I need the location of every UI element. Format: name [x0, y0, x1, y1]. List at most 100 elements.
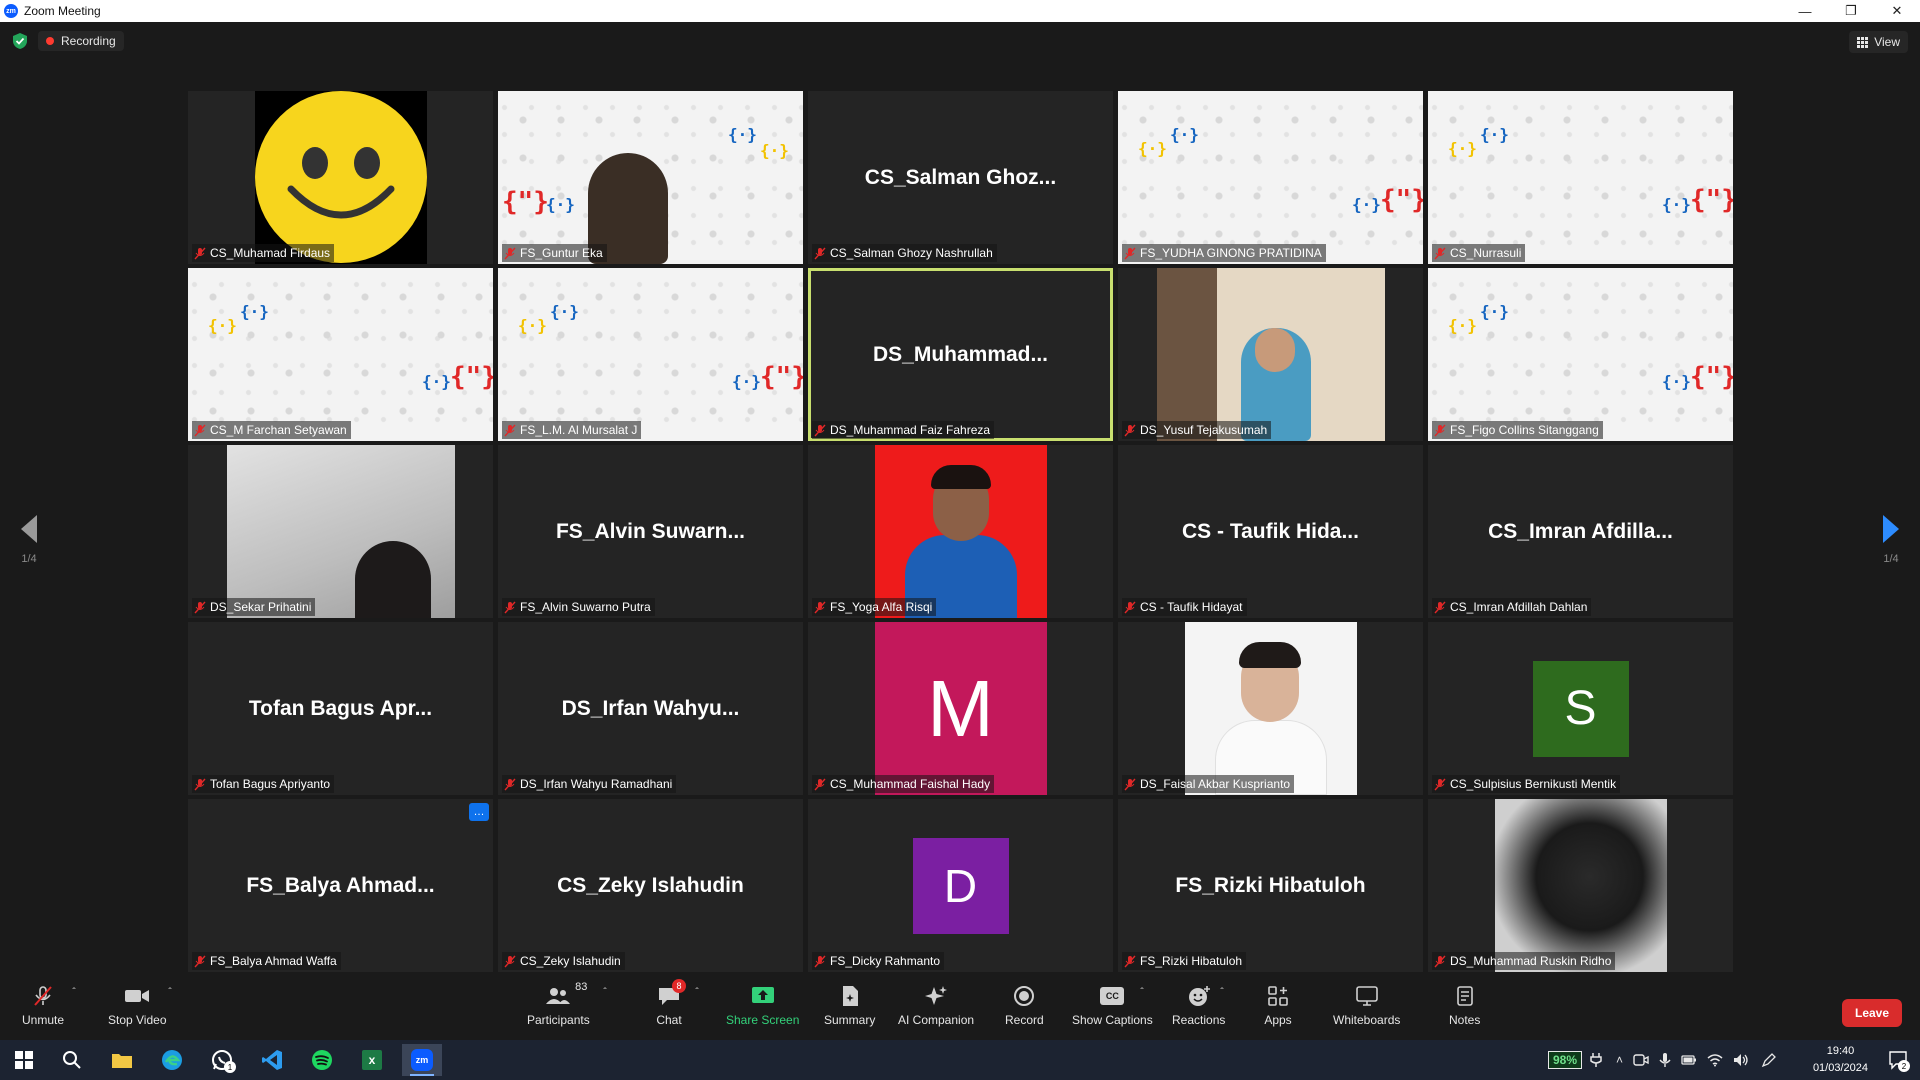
- participant-tile[interactable]: M CS_Muhammad Faishal Hady: [808, 622, 1113, 795]
- participant-tile[interactable]: DS_Yusuf Tejakusumah: [1118, 268, 1423, 441]
- notes-button[interactable]: Notes: [1449, 985, 1480, 1027]
- muted-mic-icon: [194, 247, 206, 259]
- participant-avatar: S: [1532, 660, 1629, 757]
- muted-mic-icon: [1434, 601, 1446, 613]
- zoom-taskbar-button[interactable]: zm: [402, 1044, 442, 1076]
- participant-tile[interactable]: S CS_Sulpisius Bernikusti Mentik: [1428, 622, 1733, 795]
- participant-name-label: DS_Faisal Akbar Kusprianto: [1122, 775, 1295, 793]
- video-camera-icon: [122, 985, 152, 1007]
- chevron-up-icon[interactable]: ˄: [1616, 1053, 1623, 1067]
- notification-center-button[interactable]: 2: [1888, 1050, 1910, 1072]
- pen-icon[interactable]: [1761, 1052, 1777, 1068]
- participant-tile[interactable]: CS_Zeky Islahudin CS_Zeky Islahudin: [498, 799, 803, 972]
- clock-date: 01/03/2024: [1812, 1062, 1868, 1074]
- participant-tile[interactable]: D FS_Dicky Rahmanto: [808, 799, 1113, 972]
- muted-mic-icon: [194, 955, 206, 967]
- muted-mic-icon: [504, 955, 516, 967]
- minimize-button[interactable]: —: [1782, 0, 1828, 22]
- participant-name-label: CS_Salman Ghozy Nashrullah: [812, 244, 997, 262]
- participant-tile[interactable]: Tofan Bagus Apr... Tofan Bagus Apriyanto: [188, 622, 493, 795]
- participant-tile[interactable]: CS_Imran Afdilla... CS_Imran Afdillah Da…: [1428, 445, 1733, 618]
- participant-tile[interactable]: DS_Faisal Akbar Kusprianto: [1118, 622, 1423, 795]
- participant-tile[interactable]: {·} {·} {·} {"} CS_Nurrasuli: [1428, 91, 1733, 264]
- recording-label: Recording: [61, 34, 116, 48]
- participant-name-label: FS_L.M. Al Mursalat J: [502, 421, 642, 439]
- muted-mic-icon: [1434, 424, 1446, 436]
- grid-view-icon: [1857, 36, 1869, 48]
- chat-button[interactable]: 8 Chat: [654, 979, 686, 1027]
- participant-tile[interactable]: FS_Alvin Suwarn... FS_Alvin Suwarno Putr…: [498, 445, 803, 618]
- view-button[interactable]: View: [1849, 31, 1908, 53]
- meeting-topbar: Recording View: [0, 22, 1920, 62]
- vscode-button[interactable]: [252, 1044, 292, 1076]
- security-shield-icon[interactable]: [12, 32, 28, 50]
- wifi-icon[interactable]: [1707, 1053, 1723, 1067]
- recording-indicator[interactable]: Recording: [38, 31, 124, 51]
- summary-doc-icon: [835, 985, 865, 1007]
- apps-button[interactable]: Apps: [1263, 985, 1293, 1027]
- participant-tile[interactable]: {"} {·} {·} {·} FS_Guntur Eka: [498, 91, 803, 264]
- start-button[interactable]: [4, 1044, 44, 1076]
- participant-tile[interactable]: … FS_Balya Ahmad... FS_Balya Ahmad Waffa: [188, 799, 493, 972]
- record-button[interactable]: Record: [1005, 985, 1044, 1027]
- participant-display-name: CS_Salman Ghoz...: [864, 165, 1057, 189]
- search-icon: [63, 1051, 81, 1069]
- share-screen-button[interactable]: Share Screen: [726, 985, 799, 1027]
- participants-button[interactable]: 83 Participants: [527, 981, 590, 1027]
- whatsapp-button[interactable]: 1: [202, 1044, 242, 1076]
- participant-tile[interactable]: {·} {·} {·} {"} FS_YUDHA GINONG PRATIDIN…: [1118, 91, 1423, 264]
- battery-percentage[interactable]: 98%: [1548, 1051, 1583, 1069]
- previous-page-button[interactable]: 1/4: [14, 515, 44, 565]
- taskbar-clock[interactable]: 19:40 01/03/2024: [1813, 1043, 1868, 1077]
- leave-button[interactable]: Leave: [1842, 999, 1902, 1027]
- participant-display-name: CS - Taufik Hida...: [1182, 519, 1359, 543]
- ai-companion-button[interactable]: AI Companion: [898, 985, 974, 1027]
- muted-mic-icon: [504, 247, 516, 259]
- excel-icon: x: [362, 1050, 382, 1070]
- whiteboard-icon: [1352, 985, 1382, 1007]
- participant-tile[interactable]: CS_Muhamad Firdaus: [188, 91, 493, 264]
- whiteboards-button[interactable]: Whiteboards: [1333, 985, 1400, 1027]
- search-button[interactable]: [52, 1044, 92, 1076]
- participant-tile[interactable]: FS_Yoga Alfa Risqi: [808, 445, 1113, 618]
- microphone-in-use-icon[interactable]: [1659, 1052, 1671, 1068]
- muted-mic-icon: [504, 424, 516, 436]
- participant-display-name: FS_Balya Ahmad...: [246, 873, 435, 897]
- reactions-button[interactable]: Reactions: [1172, 985, 1225, 1027]
- restore-button[interactable]: ❐: [1828, 0, 1874, 22]
- summary-button[interactable]: Summary: [824, 985, 875, 1027]
- participant-name-label: CS_Imran Afdillah Dahlan: [1432, 598, 1592, 616]
- battery-icon[interactable]: [1681, 1054, 1697, 1066]
- clock-time: 19:40: [1826, 1045, 1855, 1057]
- muted-mic-icon: [1434, 778, 1446, 790]
- participant-display-name: CS_Imran Afdilla...: [1488, 519, 1673, 543]
- close-button[interactable]: ✕: [1874, 0, 1920, 22]
- next-page-button[interactable]: 1/4: [1876, 515, 1906, 565]
- participant-tile[interactable]: CS_Salman Ghoz... CS_Salman Ghozy Nashru…: [808, 91, 1113, 264]
- whatsapp-badge: 1: [224, 1061, 236, 1073]
- excel-button[interactable]: x: [352, 1044, 392, 1076]
- participant-name-label: FS_Rizki Hibatuloh: [1122, 952, 1247, 970]
- spotify-button[interactable]: [302, 1044, 342, 1076]
- participant-tile[interactable]: DS_Sekar Prihatini: [188, 445, 493, 618]
- volume-icon[interactable]: [1733, 1053, 1749, 1067]
- stop-video-button[interactable]: Stop Video: [108, 985, 167, 1027]
- unmute-button[interactable]: Unmute: [22, 985, 64, 1027]
- participant-tile[interactable]: {·} {·} {·} {"} FS_L.M. Al Mursalat J: [498, 268, 803, 441]
- participant-tile[interactable]: FS_Rizki Hibatuloh FS_Rizki Hibatuloh: [1118, 799, 1423, 972]
- notes-icon: [1450, 985, 1480, 1007]
- file-explorer-button[interactable]: [102, 1044, 142, 1076]
- participant-tile-active-speaker[interactable]: DS_Muhammad... DS_Muhammad Faiz Fahreza: [808, 268, 1113, 441]
- participant-tile[interactable]: {·} {·} {·} {"} CS_M Farchan Setyawan: [188, 268, 493, 441]
- participant-tile[interactable]: CS - Taufik Hida... CS - Taufik Hidayat: [1118, 445, 1423, 618]
- participant-name-label: CS_Muhammad Faishal Hady: [812, 775, 995, 793]
- participant-tile[interactable]: DS_Muhammad Ruskin Ridho: [1428, 799, 1733, 972]
- meet-now-icon[interactable]: [1633, 1052, 1649, 1068]
- participant-tile[interactable]: {·} {·} {·} {"} FS_Figo Collins Sitangga…: [1428, 268, 1733, 441]
- windows-logo-icon: [15, 1051, 33, 1069]
- muted-mic-icon: [194, 778, 206, 790]
- power-plug-icon[interactable]: [1590, 1052, 1602, 1068]
- person-hair: [1238, 642, 1301, 668]
- participant-tile[interactable]: DS_Irfan Wahyu... DS_Irfan Wahyu Ramadha…: [498, 622, 803, 795]
- edge-browser-button[interactable]: [152, 1044, 192, 1076]
